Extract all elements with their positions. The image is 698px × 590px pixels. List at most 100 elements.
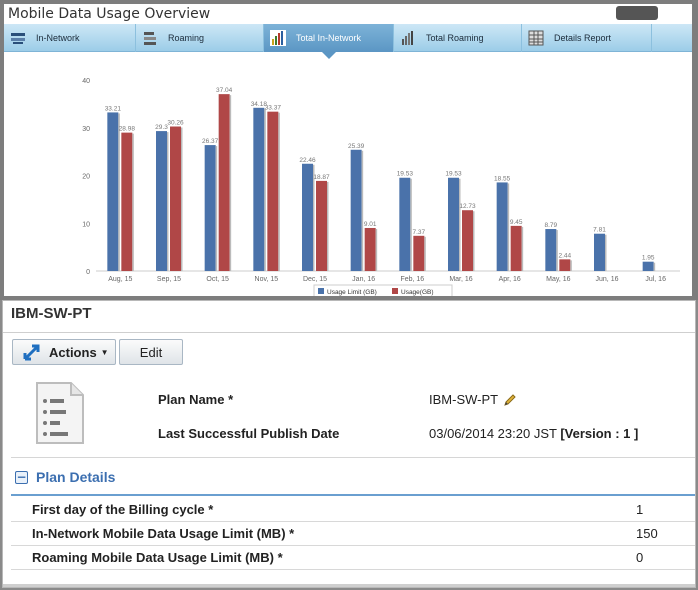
chart-bar-shadow — [507, 183, 510, 271]
chart-bar-usage — [170, 126, 181, 271]
data-label: 25.39 — [348, 143, 365, 150]
roaming-icon — [142, 30, 158, 46]
y-tick-label: 30 — [82, 126, 90, 133]
chart-bar-usage — [510, 225, 522, 271]
grid-report-icon — [528, 30, 544, 46]
chart-bar-shadow — [556, 230, 558, 271]
chart-bar-usage-limit — [156, 131, 167, 271]
window-title: Mobile Data Usage Overview — [8, 6, 211, 22]
data-label: 7.37 — [413, 229, 426, 236]
x-tick-label: Nov, 15 — [255, 276, 279, 283]
chart-bar-shadow — [375, 228, 378, 271]
plan-title: IBM-SW-PT — [11, 305, 92, 322]
chart-bar-shadow — [264, 108, 266, 271]
chart-bar-shadow — [570, 260, 572, 271]
tab-in-network[interactable]: In-Network — [4, 24, 136, 52]
detail-row-label: First day of the Billing cycle * — [32, 502, 214, 517]
footer-divider — [3, 584, 695, 587]
legend-swatch-usage-limit — [318, 288, 324, 294]
tab-details-report[interactable]: Details Report — [522, 24, 652, 52]
chart-window-frame: Mobile Data Usage Overview In-Network Ro… — [0, 0, 698, 300]
plan-panel: IBM-SW-PT Actions ▼ Edit Plan Name * IBM… — [2, 300, 696, 588]
chart-bar-usage — [413, 235, 425, 271]
data-label: 12.73 — [459, 203, 476, 210]
usage-chart: 0 10 20 30 40 33.21 28.98 Aug, 15 29.3 30.26 Sep, … — [4, 52, 692, 296]
chart-bar-usage-limit — [107, 112, 119, 272]
data-label: 28.98 — [119, 126, 136, 133]
x-tick-label: May, 16 — [546, 276, 570, 283]
y-tick-label: 40 — [82, 78, 90, 85]
tab-roaming[interactable]: Roaming — [136, 24, 264, 52]
chart-bar-shadow — [473, 211, 475, 271]
chart-bar-usage-limit — [594, 233, 605, 271]
x-tick-label: Oct, 15 — [206, 276, 229, 283]
chart-bar-shadow — [118, 113, 120, 272]
detail-row-in-network-limit: In-Network Mobile Data Usage Limit (MB) … — [11, 522, 695, 546]
chart-bar-shadow — [459, 178, 461, 271]
chart-bar-usage-limit — [545, 229, 557, 271]
network-icon — [10, 30, 26, 46]
edit-button[interactable]: Edit — [119, 339, 183, 365]
chart-bar-usage — [462, 210, 473, 271]
plan-details-title: Plan Details — [36, 469, 116, 485]
window-controls[interactable] — [616, 6, 658, 20]
chart-bar-shadow — [327, 181, 329, 271]
data-label: 30.26 — [167, 120, 184, 127]
detail-row-value: 150 — [636, 526, 658, 541]
plan-name-value: IBM-SW-PT — [429, 392, 499, 407]
x-tick-label: Sep, 15 — [157, 276, 181, 283]
x-tick-label: Jan, 16 — [352, 276, 375, 283]
publish-date-text: 03/06/2014 23:20 JST — [429, 426, 557, 441]
plan-details-toggle[interactable]: − Plan Details — [15, 469, 115, 485]
tab-total-in-network-label: Total In-Network — [296, 33, 362, 43]
tab-total-roaming[interactable]: Total Roaming — [394, 24, 522, 52]
x-tick-label: Mar, 16 — [449, 276, 472, 283]
details-divider — [11, 457, 695, 458]
title-divider — [3, 332, 695, 333]
tab-bar: In-Network Roaming Total In-Network Tota… — [4, 24, 692, 59]
chart-bar-usage-limit — [302, 163, 313, 271]
detail-row-label: In-Network Mobile Data Usage Limit (MB) … — [32, 526, 295, 541]
legend-label-usage: Usage(GB) — [401, 289, 434, 296]
actions-button[interactable]: Actions ▼ — [12, 339, 116, 365]
chart-bar-shadow — [278, 112, 280, 271]
chart-bar-usage — [364, 227, 376, 271]
bar-chart-icon — [270, 30, 286, 46]
chart-bar-usage-limit — [204, 145, 216, 271]
legend-label-usage-limit: Usage Limit (GB) — [327, 289, 377, 296]
chart-bar-usage-limit — [642, 261, 654, 271]
chart-bar-usage — [267, 111, 279, 271]
data-label: 8.79 — [545, 222, 558, 229]
x-tick-label: Feb, 16 — [400, 276, 424, 283]
actions-label: Actions — [49, 344, 97, 360]
data-label: 33.37 — [265, 105, 282, 112]
version-text: [Version : 1 ] — [560, 426, 639, 441]
bar-chart-icon — [400, 30, 416, 46]
detail-row-roaming-limit: Roaming Mobile Data Usage Limit (MB) * 0 — [11, 546, 695, 570]
chart-bar-usage — [218, 94, 230, 271]
x-tick-label: Jun, 16 — [596, 276, 619, 283]
tab-total-roaming-label: Total Roaming — [426, 33, 484, 43]
x-tick-label: Apr, 16 — [499, 276, 521, 283]
publish-date-value: 03/06/2014 23:20 JST [Version : 1 ] — [429, 426, 638, 441]
x-tick-label: Dec, 15 — [303, 276, 327, 283]
chart-bar-usage-limit — [350, 149, 362, 271]
chevron-down-icon: ▼ — [100, 347, 109, 357]
detail-row-value: 0 — [636, 550, 644, 565]
data-label: 1.95 — [642, 255, 655, 262]
chart-bar-shadow — [215, 146, 218, 271]
tab-in-network-label: In-Network — [36, 33, 80, 43]
chart-bar-shadow — [605, 234, 607, 271]
chart-bar-shadow — [132, 133, 134, 271]
chart-bar-usage-limit — [448, 177, 459, 271]
collapse-icon: − — [15, 469, 28, 484]
chart-bar-shadow — [410, 178, 412, 271]
plan-name-label: Plan Name * — [158, 392, 234, 407]
chart-bar-usage-limit — [399, 177, 411, 271]
x-tick-label: Aug, 15 — [108, 276, 132, 283]
data-label: 18.55 — [494, 175, 511, 182]
tab-total-in-network[interactable]: Total In-Network — [264, 24, 394, 59]
pencil-edit-icon[interactable] — [503, 392, 517, 406]
data-label: 2.44 — [559, 252, 572, 259]
detail-row-label: Roaming Mobile Data Usage Limit (MB) * — [32, 550, 283, 565]
